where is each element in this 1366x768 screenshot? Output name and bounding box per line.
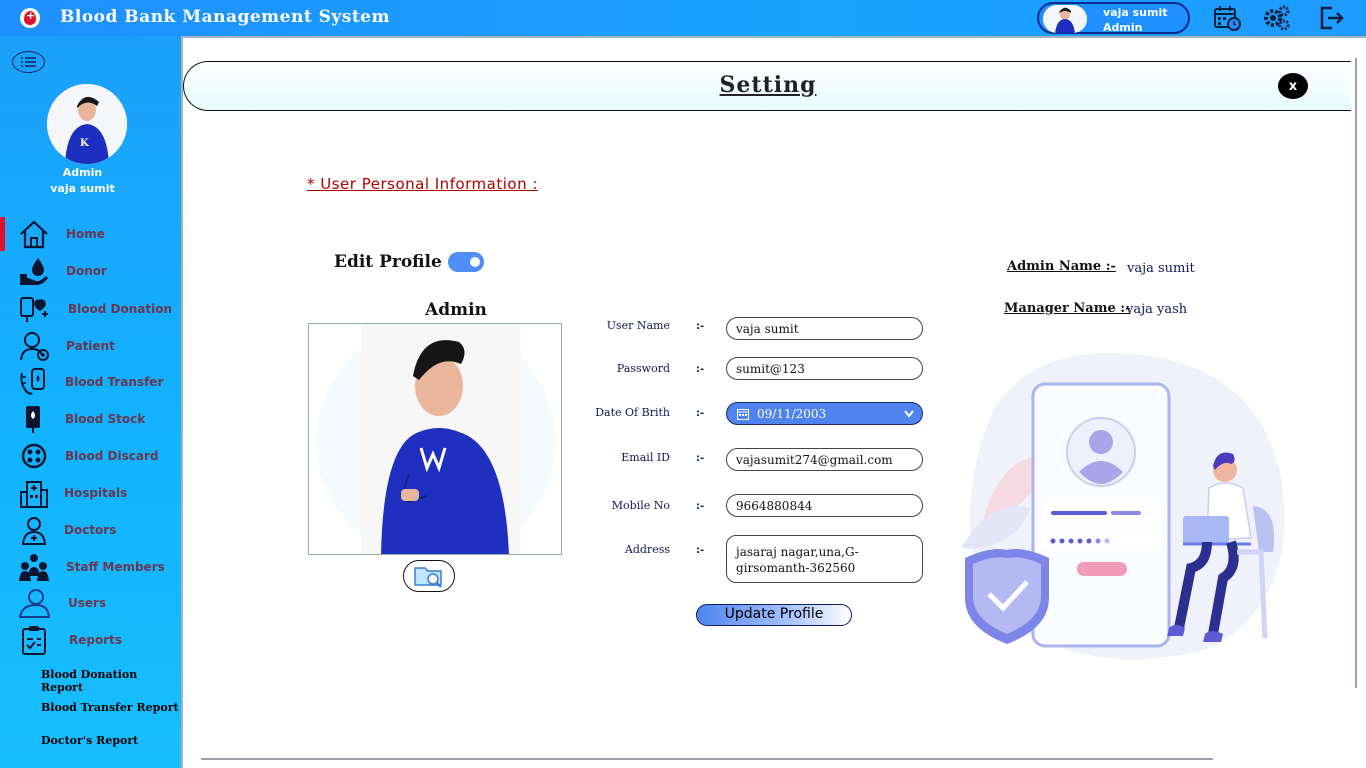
report-blood-transfer[interactable]: Blood Transfer Report — [41, 701, 179, 714]
report-doctors[interactable]: Doctor's Report — [41, 734, 138, 747]
password-separator: :- — [696, 364, 705, 375]
manager-name-label: Manager Name :- — [1004, 301, 1131, 316]
mobile-input[interactable] — [726, 494, 923, 517]
sidebar-item-label: Donor — [66, 264, 107, 278]
sidebar-item-blood-stock[interactable]: Blood Stock — [0, 402, 181, 436]
sidebar-item-blood-transfer[interactable]: Blood Transfer — [0, 365, 181, 399]
staff-members-icon — [19, 554, 49, 581]
dob-datepicker[interactable]: 09/11/2003 — [726, 402, 923, 425]
user-chip-role: Admin — [1103, 21, 1143, 34]
dob-label: Date Of Brith — [595, 406, 670, 419]
mobile-separator: :- — [696, 501, 705, 512]
sidebar-item-label: Blood Stock — [65, 412, 146, 426]
donor-icon — [20, 258, 48, 286]
sidebar-item-blood-donation[interactable]: Blood Donation — [0, 292, 181, 326]
email-label: Email ID — [621, 451, 670, 464]
hamburger-icon — [20, 57, 36, 67]
reports-icon — [22, 626, 46, 655]
sidebar-item-home[interactable]: Home — [0, 217, 181, 251]
admin-name-label: Admin Name :- — [1007, 259, 1116, 274]
user-chip-name: vaja sumit — [1103, 6, 1168, 19]
sidebar-item-blood-discard[interactable]: Blood Discard — [0, 439, 181, 473]
blood-drop-logo-icon — [20, 8, 40, 28]
top-bar: Blood Bank Management System vaja sumit … — [0, 0, 1366, 36]
sidebar-item-donor[interactable]: Donor — [0, 254, 181, 288]
page-title: Setting — [719, 72, 817, 98]
address-textarea[interactable]: jasaraj nagar,una,G-girsomanth-362560 — [726, 535, 923, 583]
calendar-icon — [737, 409, 749, 420]
address-separator: :- — [696, 545, 705, 556]
sidebar-item-label: Users — [68, 596, 107, 610]
photo-caption: Admin — [425, 300, 487, 320]
sidebar-item-users[interactable]: Users — [0, 586, 181, 620]
user-avatar — [1043, 5, 1087, 33]
sidebar: K Admin vaja sumit Home Donor Blood Dona… — [0, 36, 181, 768]
sidebar-item-label: Doctors — [64, 523, 117, 537]
blood-transfer-icon — [20, 368, 45, 395]
folder-search-icon — [414, 567, 442, 588]
sidebar-user-name: vaja sumit — [50, 182, 115, 195]
edit-profile-toggle[interactable] — [448, 252, 484, 272]
vertical-scrollbar[interactable] — [1355, 58, 1357, 688]
username-input[interactable] — [726, 317, 923, 340]
sidebar-item-label: Hospitals — [64, 486, 128, 500]
doctors-icon — [21, 517, 47, 545]
email-separator: :- — [696, 453, 705, 464]
dob-separator: :- — [696, 408, 705, 419]
horizontal-scrollbar[interactable] — [201, 758, 1213, 760]
sidebar-item-label: Reports — [69, 633, 123, 647]
sidebar-item-label: Blood Transfer — [65, 375, 164, 389]
user-chip[interactable]: vaja sumit Admin — [1037, 2, 1190, 34]
settings-gears-icon[interactable] — [1262, 5, 1290, 31]
username-label: User Name — [606, 319, 670, 332]
menu-toggle-button[interactable] — [12, 51, 45, 73]
sidebar-item-staff-members[interactable]: Staff Members — [0, 550, 181, 584]
browse-photo-button[interactable] — [403, 560, 455, 592]
sidebar-avatar: K — [47, 84, 127, 164]
blood-discard-icon — [21, 443, 47, 469]
sidebar-item-patient[interactable]: Patient — [0, 329, 181, 363]
profile-photo — [308, 323, 562, 555]
manager-name-value: vaja yash — [1126, 302, 1188, 317]
section-title: * User Personal Information : — [307, 175, 538, 193]
address-label: Address — [624, 543, 670, 556]
sidebar-item-reports[interactable]: Reports — [0, 623, 181, 657]
password-label: Password — [616, 362, 670, 375]
sidebar-item-hospitals[interactable]: Hospitals — [0, 476, 181, 510]
mobile-label: Mobile No — [611, 499, 670, 512]
sidebar-item-label: Home — [66, 227, 105, 241]
users-icon — [18, 589, 50, 618]
sidebar-user-role: Admin — [62, 166, 103, 179]
dob-value: 09/11/2003 — [757, 407, 827, 421]
main-panel: Setting x * User Personal Information : … — [181, 36, 1366, 768]
admin-name-value: vaja sumit — [1127, 261, 1195, 276]
edit-profile-label: Edit Profile : — [334, 252, 454, 272]
blood-donation-icon — [20, 297, 48, 322]
sidebar-item-label: Patient — [66, 339, 115, 353]
home-icon — [20, 220, 48, 249]
svg-text:K: K — [80, 138, 89, 149]
username-separator: :- — [696, 321, 705, 332]
sidebar-item-doctors[interactable]: Doctors — [0, 513, 181, 547]
blood-stock-icon — [26, 406, 40, 433]
chevron-down-icon — [904, 410, 914, 418]
calendar-clock-icon[interactable] — [1213, 5, 1241, 31]
sidebar-item-label: Blood Donation — [68, 302, 172, 316]
logout-icon[interactable] — [1318, 5, 1346, 31]
update-profile-button[interactable]: Update Profile — [696, 604, 852, 626]
app-title: Blood Bank Management System — [60, 7, 390, 27]
close-button[interactable]: x — [1278, 73, 1308, 99]
sidebar-item-label: Staff Members — [66, 560, 165, 574]
patient-icon — [20, 332, 49, 361]
password-input[interactable] — [726, 357, 923, 380]
email-input[interactable] — [726, 448, 923, 471]
profile-security-illustration — [961, 353, 1285, 660]
sidebar-item-label: Blood Discard — [65, 449, 159, 463]
report-blood-donation[interactable]: Blood Donation Report — [41, 668, 181, 694]
page-header: Setting x — [183, 61, 1351, 111]
hospitals-icon — [20, 481, 48, 508]
